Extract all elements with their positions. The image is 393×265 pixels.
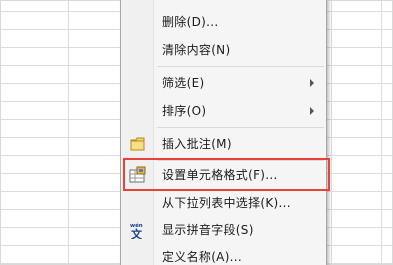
menu-item-sort[interactable]: 排序(O) [121, 99, 326, 123]
menu-item-pick-from-dropdown[interactable]: 从下拉列表中选择(K)... [121, 191, 326, 215]
comment-icon [129, 135, 147, 153]
menu-item-insert-comment[interactable]: 插入批注(M) [121, 132, 326, 156]
menu-item-clear-contents[interactable]: 清除内容(N) [121, 38, 326, 62]
menu-item-label: 显示拼音字段(S) [162, 223, 254, 237]
menu-item-label: 筛选(E) [162, 76, 205, 90]
svg-text:文: 文 [131, 227, 143, 239]
menu-separator [157, 127, 324, 128]
grid-column-line [381, 1, 382, 264]
menu-item-label: 排序(O) [162, 104, 207, 118]
grid-column-line [68, 1, 69, 264]
grid-column-line [331, 1, 332, 264]
submenu-arrow-icon [310, 79, 314, 87]
menu-item-show-phonetic[interactable]: wén 文 显示拼音字段(S) [121, 218, 326, 242]
menu-item-delete[interactable]: 删除(D)... [121, 10, 326, 34]
menu-item-label: 定义名称(A)... [162, 250, 243, 264]
menu-item-label: 清除内容(N) [162, 43, 231, 57]
highlight-box [123, 158, 330, 191]
menu-item-label: 从下拉列表中选择(K)... [162, 196, 291, 210]
menu-item-label: 插入批注(M) [162, 137, 232, 151]
submenu-arrow-icon [310, 107, 314, 115]
menu-item-define-name[interactable]: 定义名称(A)... [121, 245, 326, 265]
menu-separator [157, 66, 324, 67]
phonetic-icon: wén 文 [129, 221, 147, 241]
menu-item-label: 删除(D)... [162, 15, 219, 29]
context-menu: 删除(D)... 清除内容(N) 筛选(E) 排序(O) 插入批注(M) 设置单… [120, 0, 327, 265]
menu-item-filter[interactable]: 筛选(E) [121, 71, 326, 95]
